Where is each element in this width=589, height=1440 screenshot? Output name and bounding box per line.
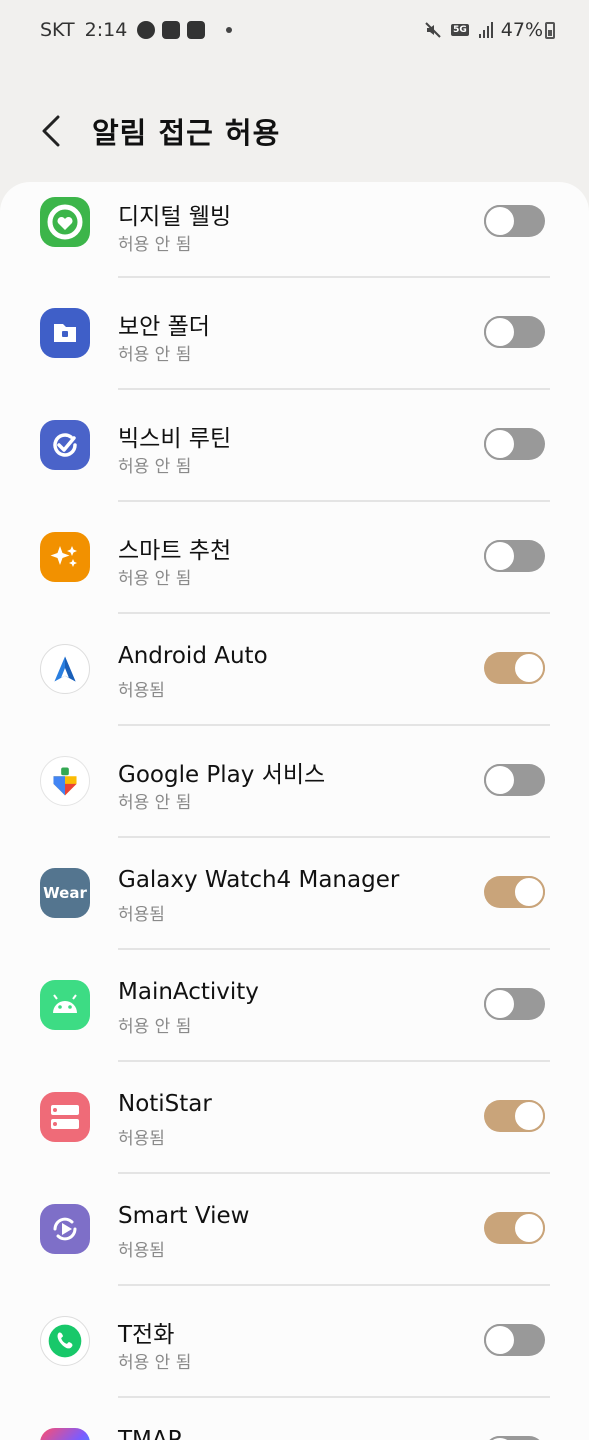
wear-icon-label: Wear — [43, 884, 87, 902]
mute-icon — [425, 22, 441, 38]
app-name: 빅스비 루틴 — [118, 426, 232, 452]
app-status: 허용 안 됨 — [118, 1353, 192, 1373]
app-name: 디지털 웰빙 — [118, 204, 232, 230]
app-row-google-play-services[interactable]: Google Play 서비스 허용 안 됨 — [0, 726, 589, 838]
app-name: MainActivity — [118, 979, 259, 1005]
app-row-android-auto[interactable]: Android Auto 허용됨 — [0, 614, 589, 726]
page-title: 알림 접근 허용 — [92, 116, 281, 150]
digital-wellbeing-icon — [40, 197, 90, 247]
app-row-smart-suggestions[interactable]: 스마트 추천 허용 안 됨 — [0, 502, 589, 614]
smart-suggestions-icon — [40, 532, 90, 582]
app-row-t-phone[interactable]: T전화 허용 안 됨 — [0, 1286, 589, 1398]
app-name: NotiStar — [118, 1091, 212, 1117]
android-auto-icon — [40, 644, 90, 694]
app-status: 허용됨 — [118, 1129, 165, 1149]
app-status: 허용 안 됨 — [118, 569, 192, 589]
t-phone-icon — [40, 1316, 90, 1366]
google-play-services-icon — [40, 756, 90, 806]
app-status: 허용 안 됨 — [118, 793, 192, 813]
notification-access-toggle[interactable] — [484, 764, 545, 796]
notification-access-toggle[interactable] — [484, 1212, 545, 1244]
talk-notification-icon — [137, 21, 156, 39]
secure-folder-icon — [40, 308, 90, 358]
notification-access-toggle[interactable] — [484, 540, 545, 572]
more-notifications-icon — [226, 27, 233, 33]
signal-icon — [477, 22, 493, 38]
app-name: T전화 — [118, 1322, 175, 1348]
shield-notification-icon — [187, 21, 206, 39]
app-row-notistar[interactable]: NotiStar 허용됨 — [0, 1062, 589, 1174]
app-status: 허용 안 됨 — [118, 345, 192, 365]
tmap-icon — [40, 1428, 90, 1440]
network-5g-icon: 5G — [451, 24, 469, 36]
notification-access-toggle[interactable] — [484, 428, 545, 460]
title-bar: 알림 접근 허용 — [0, 96, 589, 166]
battery-icon — [545, 21, 555, 39]
app-status: 허용됨 — [118, 905, 165, 925]
app-row-smart-view[interactable]: Smart View 허용됨 — [0, 1174, 589, 1286]
app-name: Smart View — [118, 1203, 250, 1229]
chevron-left-icon — [42, 115, 60, 147]
app-status: 허용 안 됨 — [118, 457, 192, 477]
app-list: 디지털 웰빙 허용 안 됨 보안 폴더 허용 안 됨 빅스비 루틴 허용 안 됨… — [0, 182, 589, 1440]
notification-access-toggle[interactable] — [484, 1324, 545, 1356]
app-name: 보안 폴더 — [118, 314, 210, 340]
app-name: 스마트 추천 — [118, 538, 232, 564]
app-row-galaxy-watch4-manager[interactable]: Wear Galaxy Watch4 Manager 허용됨 — [0, 838, 589, 950]
app-status: 허용 안 됨 — [118, 1017, 192, 1037]
notification-access-toggle[interactable] — [484, 876, 545, 908]
app-name: Galaxy Watch4 Manager — [118, 867, 400, 893]
app-name: TMAP — [118, 1427, 182, 1440]
notification-access-toggle[interactable] — [484, 988, 545, 1020]
wear-icon: Wear — [40, 868, 90, 918]
notification-access-toggle[interactable] — [484, 1436, 545, 1440]
back-button[interactable] — [38, 114, 66, 148]
app-status: 허용됨 — [118, 681, 165, 701]
carrier-label: SKT — [40, 19, 75, 41]
battery-percent: 47% — [500, 19, 543, 41]
notistar-icon — [40, 1092, 90, 1142]
notification-access-toggle[interactable] — [484, 205, 545, 237]
smart-view-icon — [40, 1204, 90, 1254]
status-bar: SKT 2:14 5G 47% — [0, 0, 589, 64]
notification-access-toggle[interactable] — [484, 316, 545, 348]
bixby-routines-icon — [40, 420, 90, 470]
notification-access-toggle[interactable] — [484, 652, 545, 684]
app-status: 허용됨 — [118, 1241, 165, 1261]
app-row-tmap[interactable]: TMAP — [0, 1398, 589, 1440]
app-name: Android Auto — [118, 643, 268, 669]
app-status: 허용 안 됨 — [118, 235, 192, 255]
app-name: Google Play 서비스 — [118, 762, 326, 788]
android-icon — [40, 980, 90, 1030]
app-row-mainactivity[interactable]: MainActivity 허용 안 됨 — [0, 950, 589, 1062]
gallery-notification-icon — [162, 21, 181, 39]
app-row-bixby-routines[interactable]: 빅스비 루틴 허용 안 됨 — [0, 390, 589, 502]
clock: 2:14 — [84, 19, 128, 41]
notification-access-toggle[interactable] — [484, 1100, 545, 1132]
app-row-secure-folder[interactable]: 보안 폴더 허용 안 됨 — [0, 278, 589, 390]
